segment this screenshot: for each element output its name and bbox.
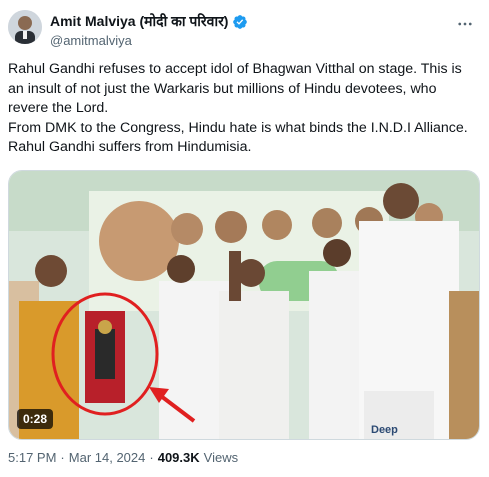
tweet-text: Rahul Gandhi refuses to accept idol of B…	[8, 60, 478, 158]
author-handle[interactable]: @amitmalviya	[50, 33, 248, 48]
video-player[interactable]: Deep 0:28	[8, 170, 480, 440]
verified-badge-icon	[232, 14, 248, 30]
tweet-time[interactable]: 5:17 PM	[8, 450, 56, 465]
author-names: Amit Malviya (मोदी का परिवार) @amitmalvi…	[50, 12, 248, 48]
tweet-line: Rahul Gandhi suffers from Hindumisia.	[8, 139, 252, 156]
views-label: Views	[203, 450, 239, 465]
tweet-date[interactable]: Mar 14, 2024	[69, 450, 146, 465]
podium-text: Deep	[371, 424, 398, 436]
tweet-meta: 5:17 PM · Mar 14, 2024 · 409.3K Views	[8, 450, 238, 465]
tweet-line: Rahul Gandhi refuses to accept idol of B…	[8, 61, 462, 117]
views-count[interactable]: 409.3K	[158, 450, 200, 465]
more-horizontal-icon	[458, 22, 472, 26]
tweet-header: Amit Malviya (मोदी का परिवार) @amitmalvi…	[8, 10, 481, 50]
meta-separator: ·	[60, 450, 65, 465]
author-display-name[interactable]: Amit Malviya (मोदी का परिवार)	[50, 12, 228, 31]
meta-separator: ·	[149, 450, 154, 465]
more-options-button[interactable]	[455, 14, 475, 34]
tweet-line: From DMK to the Congress, Hindu hate is …	[8, 119, 468, 136]
video-duration-badge: 0:28	[17, 409, 54, 429]
video-thumbnail: Deep	[9, 171, 479, 439]
avatar[interactable]	[8, 10, 42, 44]
